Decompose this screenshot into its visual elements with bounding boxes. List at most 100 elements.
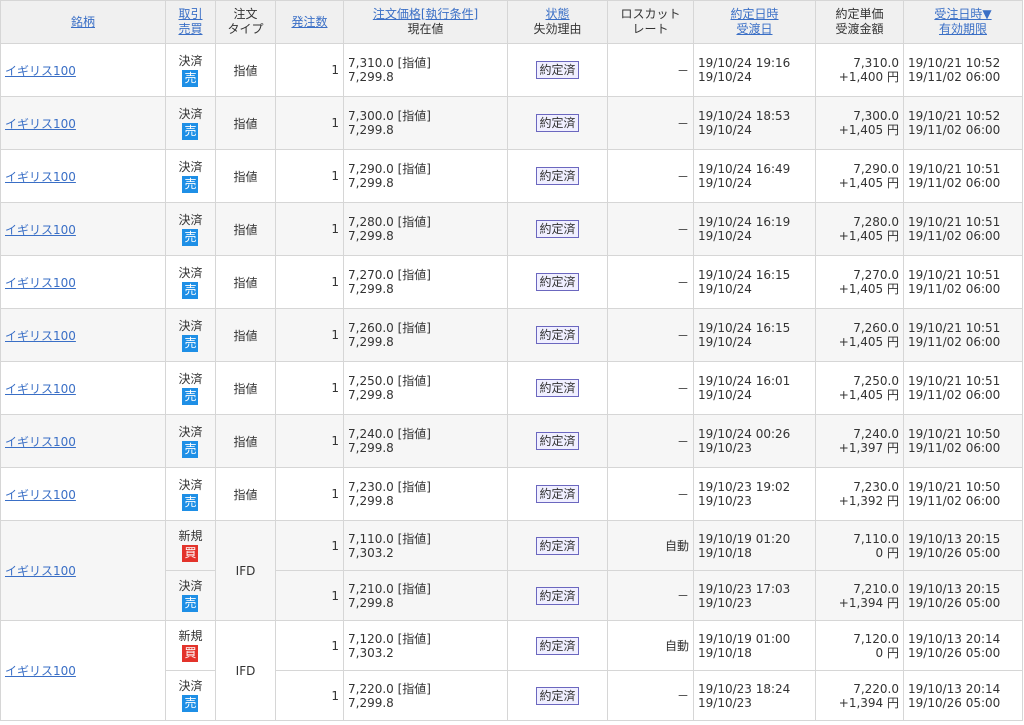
sell-badge: 売 <box>182 440 199 458</box>
sort-exec-link[interactable]: 約定日時 受渡日 <box>730 7 778 36</box>
exec-price: 7,210.0 <box>853 581 899 596</box>
symbol-link[interactable]: イギリス100 <box>5 664 76 678</box>
exec-time: 19/10/19 01:20 <box>698 531 791 546</box>
losscut-cell: － <box>607 570 694 621</box>
price-cell: 7,310.0 [指値] 7,299.8 <box>343 43 508 97</box>
recv-cell: 19/10/21 10:52 19/11/02 06:00 <box>903 96 1023 150</box>
status-cell: 約定済 <box>507 43 608 97</box>
exec-time: 19/10/24 18:53 <box>698 109 791 123</box>
symbol-link[interactable]: イギリス100 <box>5 223 76 237</box>
losscut-cell: － <box>607 308 694 362</box>
recv-time: 19/10/21 10:52 <box>908 56 1001 70</box>
exec-cell: 19/10/24 18:53 19/10/24 <box>693 96 816 150</box>
symbol-link[interactable]: イギリス100 <box>5 564 76 578</box>
current-price: 7,299.8 <box>348 595 394 610</box>
unit-cell: 7,280.0 +1,405 円 <box>815 202 904 256</box>
status-cell: 約定済 <box>507 670 608 721</box>
header-symbol[interactable]: 銘柄 <box>0 0 166 44</box>
trade-cell: 決済 売 <box>165 414 216 468</box>
recv-time: 19/10/21 10:52 <box>908 109 1001 123</box>
header-price[interactable]: 注文価格[執行条件] 現在値 <box>343 0 508 44</box>
status-badge: 約定済 <box>536 686 579 705</box>
recv-cell: 19/10/21 10:51 19/11/02 06:00 <box>903 308 1023 362</box>
sort-state-link[interactable]: 状態 <box>545 7 569 21</box>
symbol-link[interactable]: イギリス100 <box>5 329 76 343</box>
sort-trade-link[interactable]: 取引 売買 <box>178 7 202 36</box>
trade-label: 決済 <box>178 579 203 593</box>
trade-cell: 決済 売 <box>165 202 216 256</box>
order-price: 7,290.0 [指値] <box>348 162 431 176</box>
symbol-link[interactable]: イギリス100 <box>5 170 76 184</box>
trade-label: 決済 <box>178 477 203 492</box>
order-price: 7,120.0 [指値] <box>348 631 431 646</box>
expiry: 19/11/02 06:00 <box>908 229 1001 243</box>
trade-label: 決済 <box>178 53 203 68</box>
settle-date: 19/10/24 <box>698 123 752 137</box>
exec-price: 7,220.0 <box>853 681 899 696</box>
header-exec[interactable]: 約定日時 受渡日 <box>693 0 816 44</box>
price-cell: 7,250.0 [指値] 7,299.8 <box>343 361 508 415</box>
sort-symbol-link[interactable]: 銘柄 <box>71 15 95 29</box>
symbol-link[interactable]: イギリス100 <box>5 64 76 78</box>
trade-label: 決済 <box>178 371 203 386</box>
symbol-link[interactable]: イギリス100 <box>5 488 76 502</box>
symbol-cell: イギリス100 <box>0 467 166 521</box>
symbol-link[interactable]: イギリス100 <box>5 276 76 290</box>
expiry: 19/11/02 06:00 <box>908 441 1001 455</box>
exec-time: 19/10/24 16:19 <box>698 215 791 229</box>
qty-cell: 1 <box>275 308 344 362</box>
table-row: イギリス100 決済 売 指値 1 7,300.0 [指値] 7,299.8 約定… <box>0 96 1023 150</box>
buy-badge: 買 <box>182 645 199 662</box>
symbol-link[interactable]: イギリス100 <box>5 435 76 449</box>
order-price: 7,210.0 [指値] <box>348 581 431 596</box>
qty-cell: 1 <box>275 414 344 468</box>
sell-badge: 売 <box>182 69 199 87</box>
table-row: イギリス100 決済 売 指値 1 7,290.0 [指値] 7,299.8 約定… <box>0 149 1023 203</box>
order-type-cell: 指値 <box>215 414 276 468</box>
price-cell: 7,110.0 [指値] 7,303.2 <box>343 520 508 571</box>
unit-cell: 7,300.0 +1,405 円 <box>815 96 904 150</box>
symbol-link[interactable]: イギリス100 <box>5 117 76 131</box>
status-cell: 約定済 <box>507 570 608 621</box>
unit-cell: 7,220.0 +1,394 円 <box>815 670 904 721</box>
amount: +1,392 円 <box>838 494 899 508</box>
trade-label: 決済 <box>178 679 203 693</box>
order-type-cell: 指値 <box>215 43 276 97</box>
sell-badge: 売 <box>182 387 199 405</box>
symbol-cell: イギリス100 <box>0 255 166 309</box>
amount: +1,405 円 <box>838 335 899 349</box>
recv-cell: 19/10/21 10:51 19/11/02 06:00 <box>903 149 1023 203</box>
amount: +1,405 円 <box>838 123 899 137</box>
header-trade[interactable]: 取引 売買 <box>165 0 216 44</box>
header-state[interactable]: 状態 失効理由 <box>507 0 608 44</box>
losscut-cell: － <box>607 43 694 97</box>
exec-time: 19/10/24 16:01 <box>698 374 791 388</box>
order-type-cell: 指値 <box>215 255 276 309</box>
sort-price-link[interactable]: 注文価格[執行条件] <box>373 7 478 21</box>
header-losscut: ロスカット レート <box>607 0 694 44</box>
order-type-cell: 指値 <box>215 308 276 362</box>
header-qty[interactable]: 発注数 <box>275 0 344 44</box>
exec-cell: 19/10/24 16:49 19/10/24 <box>693 149 816 203</box>
exec-time: 19/10/24 16:15 <box>698 268 791 282</box>
symbol-link[interactable]: イギリス100 <box>5 382 76 396</box>
order-type-cell: 指値 <box>215 149 276 203</box>
header-recv[interactable]: 受注日時▼ 有効期限 <box>903 0 1023 44</box>
recv-cell: 19/10/13 20:15 19/10/26 05:00 <box>903 520 1023 571</box>
recv-time: 19/10/13 20:15 <box>908 581 1001 596</box>
symbol-cell: イギリス100 <box>0 43 166 97</box>
sell-badge: 売 <box>182 595 199 612</box>
exec-price: 7,280.0 <box>853 215 899 229</box>
sort-qty-link[interactable]: 発注数 <box>291 15 327 29</box>
status-badge: 約定済 <box>536 61 579 79</box>
expiry: 19/11/02 06:00 <box>908 494 1001 508</box>
order-type-cell: 指値 <box>215 361 276 415</box>
trade-cell: 決済 売 <box>165 43 216 97</box>
status-badge: 約定済 <box>536 636 579 655</box>
exec-price: 7,310.0 <box>853 56 899 70</box>
sort-recv-link[interactable]: 受注日時▼ 有効期限 <box>934 7 991 36</box>
qty-cell: 1 <box>275 670 344 721</box>
exec-cell: 19/10/24 16:01 19/10/24 <box>693 361 816 415</box>
recv-cell: 19/10/21 10:50 19/11/02 06:00 <box>903 467 1023 521</box>
trade-label: 決済 <box>178 318 203 333</box>
